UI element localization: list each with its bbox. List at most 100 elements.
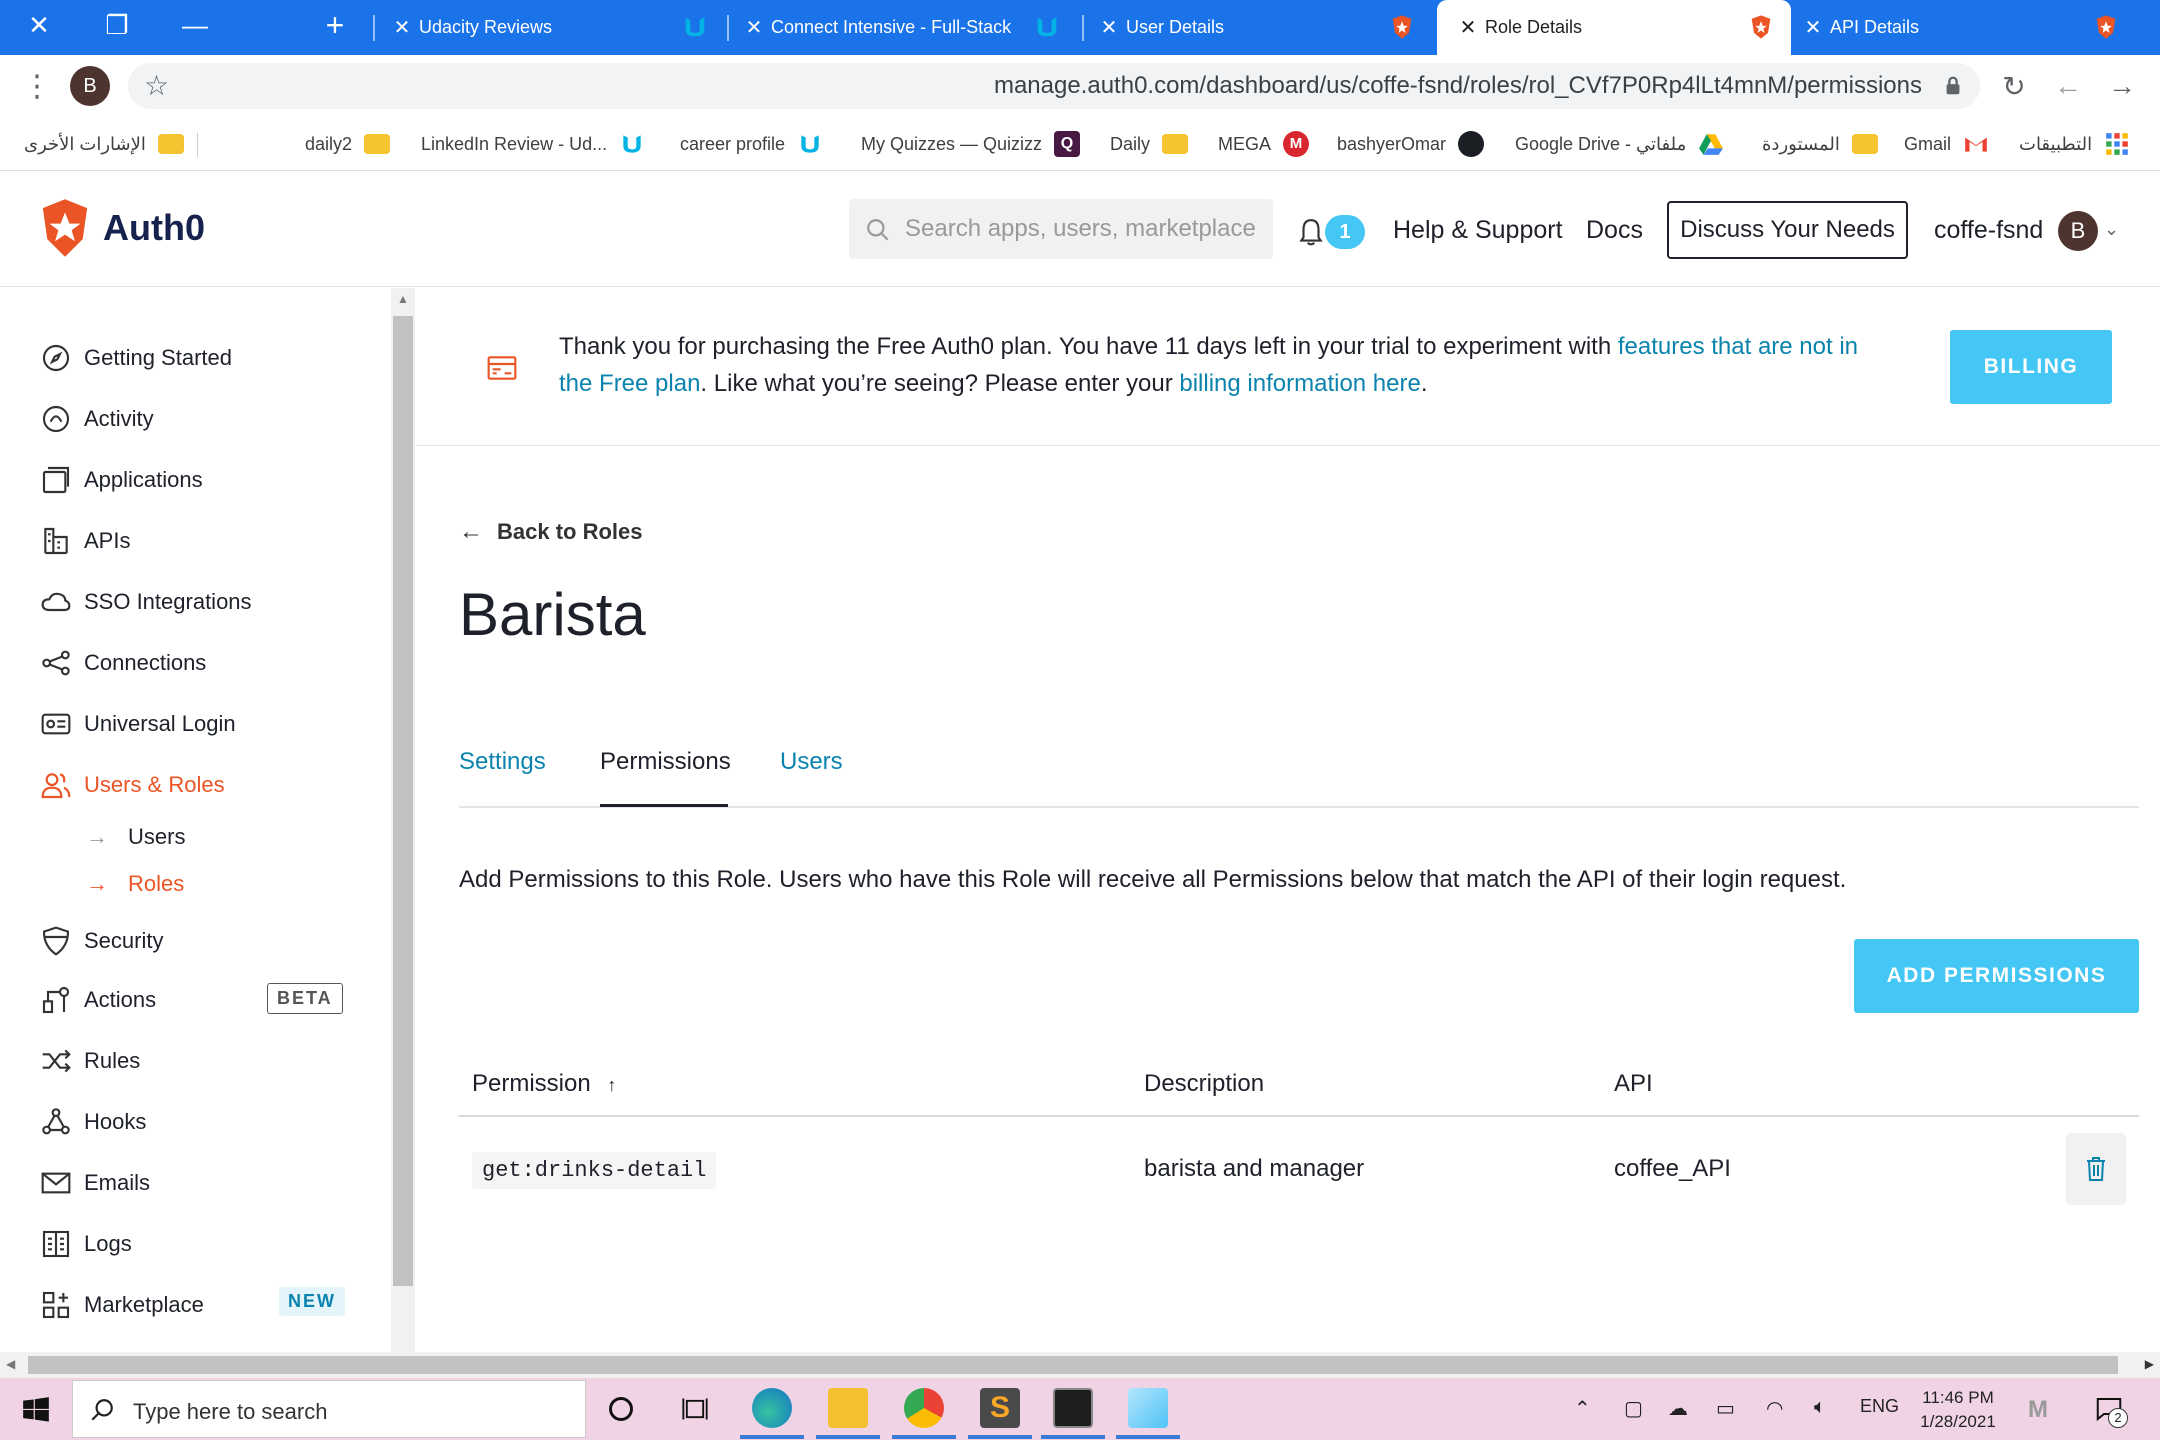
close-tab-icon[interactable]: ✕ xyxy=(1796,15,1830,40)
sidebar-scrollbar[interactable]: ▲ xyxy=(391,288,415,1352)
sublime-text-icon[interactable]: S xyxy=(980,1388,1020,1428)
bookmark-daily[interactable]: Daily xyxy=(1110,129,1189,159)
sidebar-item-apis[interactable]: APIs xyxy=(40,521,130,561)
delete-permission-button[interactable] xyxy=(2066,1133,2126,1205)
close-tab-icon[interactable]: ✕ xyxy=(1092,15,1126,40)
sidebar-item-getting-started[interactable]: Getting Started xyxy=(40,338,232,378)
cortana-icon[interactable] xyxy=(607,1395,635,1423)
device-icon[interactable]: ▢ xyxy=(1624,1396,1643,1421)
sidebar-subitem-roles[interactable]: → Roles xyxy=(86,867,184,901)
sidebar-item-users-roles[interactable]: Users & Roles xyxy=(40,765,225,805)
restore-window-icon[interactable]: ❐ xyxy=(78,0,156,50)
wifi-icon[interactable]: ◠ xyxy=(1766,1396,1783,1421)
gmail-tray-icon[interactable]: M xyxy=(2028,1396,2048,1424)
sort-ascending-icon[interactable]: ↑ xyxy=(607,1075,616,1095)
file-explorer-icon[interactable] xyxy=(828,1388,868,1428)
minimize-window-icon[interactable]: — xyxy=(156,0,234,50)
column-header-permission[interactable]: Permission ↑ xyxy=(472,1070,616,1098)
url-text[interactable]: manage.auth0.com/dashboard/us/coffe-fsnd… xyxy=(994,72,1922,100)
scroll-up-icon[interactable]: ▲ xyxy=(397,292,409,306)
scroll-right-icon[interactable]: ▶ xyxy=(2145,1357,2154,1371)
chrome-icon[interactable] xyxy=(904,1388,944,1428)
sidebar-item-applications[interactable]: Applications xyxy=(40,460,203,500)
bookmark-daily2[interactable]: daily2 xyxy=(305,129,391,159)
bookmark-linkedin-review[interactable]: LinkedIn Review - Ud... xyxy=(421,129,645,159)
profile-avatar[interactable]: B xyxy=(70,66,110,106)
bookmark-gmail[interactable]: Gmail xyxy=(1904,129,1989,159)
star-icon[interactable]: ☆ xyxy=(144,69,169,102)
horizontal-scrollbar[interactable]: ◀ ▶ xyxy=(0,1352,2160,1378)
notepad-icon[interactable] xyxy=(1128,1388,1168,1428)
sidebar-item-activity[interactable]: Activity xyxy=(40,399,154,439)
tab-settings[interactable]: Settings xyxy=(459,748,546,776)
billing-info-link[interactable]: billing information here xyxy=(1179,370,1420,397)
task-view-icon[interactable] xyxy=(680,1395,710,1423)
sidebar-item-actions[interactable]: Actions xyxy=(40,980,156,1020)
tab-role-details[interactable]: ✕ Role Details xyxy=(1437,0,1791,55)
edge-icon[interactable] xyxy=(752,1388,792,1428)
bookmark-apps[interactable]: التطبيقات xyxy=(2019,129,2130,159)
chevron-up-icon[interactable]: ⌃ xyxy=(1574,1396,1591,1421)
omnibox[interactable]: ☆ manage.auth0.com/dashboard/us/coffe-fs… xyxy=(128,63,1980,109)
forward-arrow-icon[interactable]: → xyxy=(2099,63,2145,109)
bookmark-mega[interactable]: MEGA M xyxy=(1218,129,1310,159)
bookmark-other[interactable]: الإشارات الأخرى xyxy=(24,129,184,159)
notification-badge[interactable]: 1 xyxy=(1325,215,1365,249)
taskbar-search[interactable]: Type here to search xyxy=(72,1380,586,1438)
sidebar-item-universal-login[interactable]: Universal Login xyxy=(40,704,236,744)
close-tab-icon[interactable]: ✕ xyxy=(737,15,771,40)
tab-connect-intensive[interactable]: ✕ Connect Intensive - Full-Stack xyxy=(737,0,1077,55)
logo-text[interactable]: Auth0 xyxy=(103,207,205,249)
sidebar-item-hooks[interactable]: Hooks xyxy=(40,1102,146,1142)
sidebar-item-logs[interactable]: Logs xyxy=(40,1224,132,1264)
close-tab-icon[interactable]: ✕ xyxy=(385,15,419,40)
scrollbar-thumb[interactable] xyxy=(28,1356,2118,1374)
reload-icon[interactable]: ↻ xyxy=(1991,63,2037,109)
back-arrow-icon[interactable]: ← xyxy=(2045,63,2091,109)
sidebar-item-connections[interactable]: Connections xyxy=(40,643,206,683)
sidebar-item-sso[interactable]: SSO Integrations xyxy=(40,582,252,622)
tenant-name[interactable]: coffe-fsnd xyxy=(1934,216,2043,245)
bell-icon[interactable] xyxy=(1298,217,1324,247)
bookmark-google-drive[interactable]: Google Drive - ملفاتي xyxy=(1515,129,1724,159)
search-input[interactable] xyxy=(905,211,1265,247)
scroll-left-icon[interactable]: ◀ xyxy=(6,1357,15,1371)
chevron-down-icon[interactable]: ⌄ xyxy=(2104,219,2119,240)
sidebar-item-security[interactable]: Security xyxy=(40,921,163,961)
tab-api-details[interactable]: ✕ API Details xyxy=(1796,0,2136,55)
sidebar-item-rules[interactable]: Rules xyxy=(40,1041,140,1081)
back-to-roles-link[interactable]: ← Back to Roles xyxy=(459,518,643,546)
sidebar-item-emails[interactable]: Emails xyxy=(40,1163,150,1203)
menu-dots-icon[interactable]: ⋮ xyxy=(14,63,60,109)
help-support-link[interactable]: Help & Support xyxy=(1393,216,1563,245)
bookmark-career-profile[interactable]: career profile xyxy=(680,129,823,159)
bookmark-quizizz[interactable]: My Quizzes — Quizizz Q xyxy=(861,129,1081,159)
add-permissions-button[interactable]: ADD PERMISSIONS xyxy=(1854,939,2139,1013)
windows-start-icon[interactable] xyxy=(22,1396,50,1424)
tab-users[interactable]: Users xyxy=(780,748,843,776)
close-tab-icon[interactable]: ✕ xyxy=(1451,15,1485,40)
battery-icon[interactable]: ▭ xyxy=(1716,1396,1735,1421)
sidebar-item-marketplace[interactable]: Marketplace xyxy=(40,1285,204,1325)
tab-udacity-reviews[interactable]: ✕ Udacity Reviews xyxy=(385,0,725,55)
close-window-icon[interactable]: ✕ xyxy=(0,0,78,50)
terminal-icon[interactable] xyxy=(1053,1388,1093,1428)
tab-user-details[interactable]: ✕ User Details xyxy=(1092,0,1432,55)
scrollbar-thumb[interactable] xyxy=(393,316,413,1286)
new-tab-icon[interactable]: + xyxy=(300,0,370,50)
clock[interactable]: 11:46 PM 1/28/2021 xyxy=(1912,1386,2004,1434)
lock-icon[interactable] xyxy=(1942,75,1964,97)
docs-link[interactable]: Docs xyxy=(1586,216,1643,245)
billing-button[interactable]: BILLING xyxy=(1950,330,2112,404)
auth0-logo-icon[interactable] xyxy=(38,197,92,259)
sidebar-subitem-users[interactable]: → Users xyxy=(86,820,185,854)
avatar[interactable]: B xyxy=(2058,211,2098,251)
tab-permissions[interactable]: Permissions xyxy=(600,748,731,776)
onedrive-icon[interactable]: ☁ xyxy=(1668,1396,1688,1421)
volume-icon[interactable]: 🔈︎ xyxy=(1814,1396,1826,1419)
bookmark-imported[interactable]: المستوردة xyxy=(1762,129,1878,159)
discuss-needs-button[interactable]: Discuss Your Needs xyxy=(1667,201,1908,259)
language-indicator[interactable]: ENG xyxy=(1860,1396,1899,1417)
bookmark-github[interactable]: bashyerOmar xyxy=(1337,129,1485,159)
search-box[interactable] xyxy=(849,199,1273,259)
